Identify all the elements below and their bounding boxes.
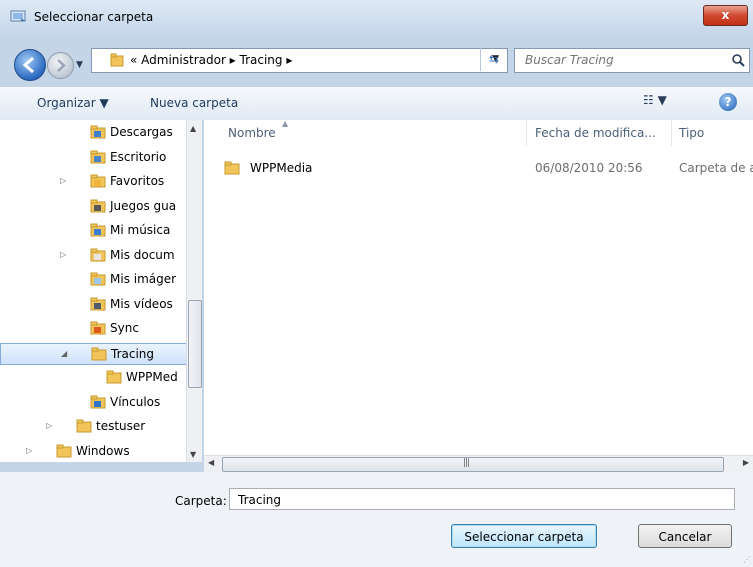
scroll-up-icon[interactable]: ▲ xyxy=(190,124,196,133)
refresh-icon[interactable]: ⇆ xyxy=(480,48,507,71)
file-date: 06/08/2010 20:56 xyxy=(535,161,643,175)
tree-item-label: testuser xyxy=(96,419,146,433)
tree-item[interactable]: Mi música xyxy=(0,220,201,242)
list-item[interactable]: WPPMedia 06/08/2010 20:56 Carpeta de a xyxy=(204,158,753,180)
change-view-button[interactable]: ☷ ▼ xyxy=(643,93,679,111)
tree-item-label: Tracing xyxy=(111,346,155,361)
grip-icon: ||| xyxy=(463,458,470,468)
expand-icon[interactable]: ▷ xyxy=(26,446,32,455)
folder-icon xyxy=(110,53,124,67)
dialog-footer xyxy=(0,472,753,567)
file-list: Nombre ▲ Fecha de modifica... Tipo WPPMe… xyxy=(204,120,753,462)
folder-icon xyxy=(91,347,107,360)
tree-item-label: Vínculos xyxy=(110,394,161,409)
tree-item-label: Favoritos xyxy=(110,174,165,188)
desktop-folder-icon xyxy=(90,150,106,163)
breadcrumb[interactable]: « Administrador ▸ Tracing ▸ xyxy=(130,53,292,67)
tree-item[interactable]: ▷ Windows xyxy=(0,441,201,463)
navigation-pane: Descargas Escritorio ▷ Favoritos Juegos gua M… xyxy=(0,120,201,462)
tree-item[interactable]: Vínculos xyxy=(0,392,201,414)
close-icon: x xyxy=(721,8,730,22)
pictures-folder-icon xyxy=(90,272,106,286)
sort-ascending-icon: ▲ xyxy=(282,120,289,128)
new-folder-button[interactable]: Nueva carpeta xyxy=(150,96,238,110)
scroll-left-icon[interactable]: ◀ xyxy=(208,458,214,467)
tree-item[interactable]: Escritorio xyxy=(0,147,201,169)
back-arrow-icon xyxy=(22,56,34,74)
tree-item-label: Mis imáger xyxy=(110,272,177,286)
file-type: Carpeta de a xyxy=(679,161,753,175)
folder-field[interactable] xyxy=(229,488,735,510)
music-folder-icon xyxy=(90,223,106,237)
user-folder-icon xyxy=(76,419,92,433)
tree-item-label: Escritorio xyxy=(110,149,167,164)
tree-item[interactable]: ▷ Favoritos xyxy=(0,171,201,193)
saved-games-folder-icon xyxy=(90,199,106,212)
column-divider[interactable] xyxy=(671,120,672,146)
tree-item[interactable]: ▷ Mis docum xyxy=(0,245,201,267)
close-button[interactable]: x xyxy=(703,5,748,26)
address-bar[interactable]: « Administrador ▸ Tracing ▸ ▼ xyxy=(91,48,508,73)
tree-item-label: Juegos gua xyxy=(110,198,177,213)
navigation-scrollbar[interactable]: ▲ ▼ xyxy=(186,120,202,462)
forward-arrow-icon xyxy=(57,59,66,72)
tree-item[interactable]: ◢ Tracing xyxy=(0,342,201,365)
tree-item[interactable]: ▷ testuser xyxy=(0,416,201,438)
folder-icon xyxy=(56,444,72,457)
tree-item[interactable]: Descargas xyxy=(0,122,201,144)
scroll-down-icon[interactable]: ▼ xyxy=(190,450,196,459)
cancel-button[interactable]: Cancelar xyxy=(638,524,732,548)
search-box[interactable] xyxy=(514,48,750,73)
downloads-folder-icon xyxy=(90,125,106,139)
back-button[interactable] xyxy=(14,49,46,81)
forward-button[interactable] xyxy=(47,52,74,79)
links-folder-icon xyxy=(90,395,106,408)
tree-item-label: Windows xyxy=(76,443,130,458)
file-name: WPPMedia xyxy=(250,161,313,175)
folder-select-icon xyxy=(10,10,26,22)
tree-item-label: Mis vídeos xyxy=(110,296,173,311)
search-icon[interactable] xyxy=(731,53,745,67)
expand-icon[interactable]: ▷ xyxy=(60,176,66,185)
sync-folder-icon xyxy=(90,321,106,335)
tree-item[interactable]: Mis vídeos xyxy=(0,294,201,316)
tree-item-label: Mi música xyxy=(110,223,171,237)
command-bar: Organizar ▼ Nueva carpeta xyxy=(0,87,753,121)
help-icon[interactable]: ? xyxy=(719,93,737,111)
videos-folder-icon xyxy=(90,297,106,310)
folder-label: Carpeta: xyxy=(175,494,227,508)
documents-folder-icon xyxy=(90,248,106,261)
resize-grip-icon[interactable]: ⋰ xyxy=(743,555,751,564)
title-bar: Seleccionar carpeta x xyxy=(0,0,753,34)
column-header-date[interactable]: Fecha de modifica... xyxy=(535,120,656,146)
tree-item-label: Sync xyxy=(110,321,139,335)
expand-icon[interactable]: ▷ xyxy=(60,250,66,259)
select-folder-dialog: Seleccionar carpeta x ▼ « Administrador … xyxy=(0,0,753,567)
history-dropdown-icon[interactable]: ▼ xyxy=(76,60,83,70)
collapse-icon[interactable]: ◢ xyxy=(61,349,67,358)
column-header-name[interactable]: Nombre xyxy=(228,120,276,146)
folder-icon xyxy=(224,161,240,175)
folder-input[interactable] xyxy=(236,492,720,508)
tree-item-label: Descargas xyxy=(110,125,173,139)
organize-button[interactable]: Organizar ▼ xyxy=(37,96,109,110)
window-title: Seleccionar carpeta xyxy=(34,10,154,24)
folder-icon xyxy=(106,370,122,384)
search-input[interactable] xyxy=(523,52,727,68)
tree-item[interactable]: Mis imáger xyxy=(0,269,201,291)
tree-item-label: WPPMed xyxy=(126,370,178,384)
scroll-right-icon[interactable]: ▶ xyxy=(743,458,749,467)
tree-item[interactable]: Juegos gua xyxy=(0,196,201,218)
column-header-type[interactable]: Tipo xyxy=(679,120,704,146)
scroll-thumb[interactable] xyxy=(188,300,202,388)
tree-item[interactable]: Sync xyxy=(0,318,201,340)
tree-item-label: Mis docum xyxy=(110,247,175,262)
column-divider[interactable] xyxy=(526,120,527,146)
expand-icon[interactable]: ▷ xyxy=(46,421,52,430)
select-folder-button[interactable]: Seleccionar carpeta xyxy=(451,524,597,548)
scroll-thumb[interactable]: ||| xyxy=(222,457,724,472)
horizontal-scrollbar[interactable]: ◀ ||| ▶ xyxy=(204,455,753,473)
favorites-folder-icon xyxy=(90,174,106,188)
tree-item[interactable]: WPPMed xyxy=(0,367,201,389)
